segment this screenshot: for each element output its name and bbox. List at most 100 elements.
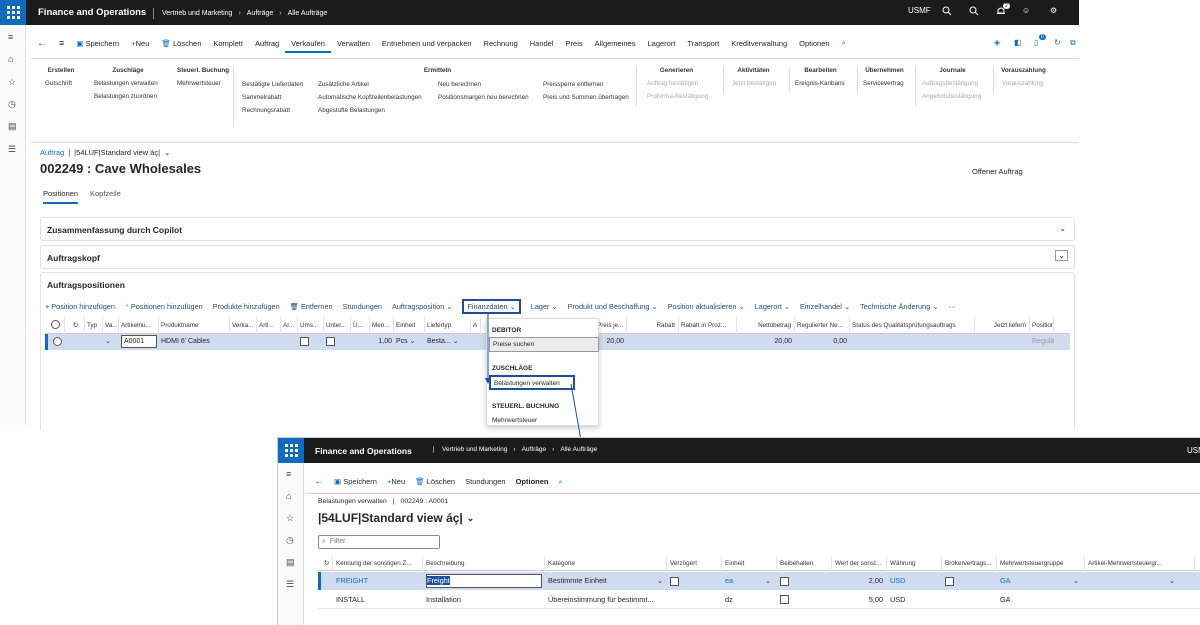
workspace-icon[interactable]: ▤ (286, 557, 295, 568)
attachment-icon[interactable]: ▯ 0 (1034, 34, 1046, 47)
star-icon[interactable]: ☆ (8, 77, 16, 88)
breadcrumb-item[interactable]: Aufträge (522, 446, 547, 453)
column-header[interactable]: Ums... (298, 316, 324, 334)
ribbon-button[interactable]: Automatische Kopfzeilenbelastungen (318, 94, 422, 101)
tab-handel[interactable]: Handel (524, 39, 560, 48)
tab-kreditverwaltung[interactable]: Kreditverwaltung (725, 39, 793, 48)
tax-group-select[interactable]: GA ⌄ (997, 572, 1085, 590)
breadcrumb-item[interactable]: Alle Aufträge (560, 446, 597, 453)
order-header-section[interactable]: Auftragskopf ⌄ (40, 245, 1075, 269)
chevron-down-icon[interactable]: ⌄ (453, 338, 459, 345)
back-icon[interactable]: ← (31, 38, 53, 49)
ribbon-button[interactable]: Ereignis-Kanbans (790, 80, 851, 87)
line-type-cell[interactable]: Regulär (1030, 334, 1054, 350)
find-prices-menu-item[interactable]: Preise suchen (489, 337, 599, 352)
ribbon-button[interactable]: Preis und Summen übertragen (543, 94, 629, 101)
tab-positionen[interactable]: Positionen (43, 189, 79, 204)
tab-preis[interactable]: Preis (560, 39, 589, 48)
list-icon[interactable]: ☰ (286, 579, 294, 590)
column-header[interactable]: Preis je... (595, 316, 627, 334)
new-button[interactable]: +Neu (387, 477, 405, 486)
tax-group-cell[interactable]: GA (997, 591, 1085, 609)
currency-cell[interactable]: USD (887, 572, 942, 590)
breadcrumb-item[interactable]: Vertrieb und Marketing (162, 10, 232, 17)
product-name-cell[interactable]: HDMI 6' Cables (159, 334, 230, 350)
stundungen-button[interactable]: Stundungen (343, 302, 382, 311)
inventory-menu[interactable]: Lager ⌄ (531, 302, 558, 311)
sales-tax-menu-item[interactable]: Mehrwertsteuer (492, 417, 537, 424)
chevron-down-icon[interactable]: ⌄ (765, 572, 771, 590)
remove-button[interactable]: 🗑 Entfernen (290, 302, 333, 311)
search-icon[interactable]: ⌕ (559, 477, 563, 487)
ribbon-button[interactable]: Mehrwertsteuer (177, 80, 227, 87)
charge-code-cell[interactable]: INSTALL (333, 591, 423, 609)
column-header[interactable]: Währung (887, 557, 942, 571)
column-header[interactable]: Beibehalten (777, 557, 832, 571)
row-cell[interactable] (942, 591, 997, 609)
view-selector[interactable]: |54LUF|Standard view áç| ⌄ (318, 511, 474, 525)
unit-price-cell[interactable]: 20,00 (595, 334, 627, 350)
ribbon-button[interactable]: Auftrag bestätigen (637, 80, 716, 87)
column-header[interactable]: A (471, 316, 481, 334)
clock-icon[interactable]: ◷ (8, 99, 16, 110)
column-header[interactable]: Rabatt in Proz... (679, 316, 737, 334)
row-marker[interactable] (318, 572, 333, 590)
checkbox[interactable] (298, 334, 324, 350)
retail-menu[interactable]: Einzelhandel ⌄ (800, 302, 850, 311)
save-button[interactable]: ▣ Speichern (70, 39, 125, 48)
menu-icon[interactable]: ≡ (53, 38, 70, 48)
ribbon-button[interactable]: Angebotsbestätigung (916, 93, 989, 100)
hamburger-icon[interactable]: ≡ (286, 469, 291, 479)
column-header[interactable]: Regulierter Ne... (795, 316, 850, 334)
tab-optionen[interactable]: Optionen (793, 39, 835, 48)
add-products-button[interactable]: Produkte hinzufügen (213, 302, 280, 311)
diamond-icon[interactable]: ◈ (994, 38, 1000, 47)
ribbon-button[interactable]: Neu berechnen (438, 81, 529, 88)
description-field[interactable]: Freight (426, 574, 542, 588)
column-header[interactable]: Einheit (394, 316, 425, 334)
save-button[interactable]: ▣ Speichern (334, 477, 377, 486)
app-launcher-icon[interactable] (278, 438, 304, 463)
app-launcher-icon[interactable] (0, 0, 26, 25)
row-select-radio[interactable] (45, 334, 65, 350)
row-cell[interactable] (257, 334, 281, 350)
type-cell[interactable] (85, 334, 103, 350)
column-header[interactable]: Liefertyp (425, 316, 471, 334)
smiley-icon[interactable]: ☺ (1022, 6, 1030, 15)
column-header[interactable]: Va... (103, 316, 119, 334)
popout-icon[interactable]: ⧉ (1070, 38, 1076, 48)
column-header[interactable]: Verzögert (667, 557, 722, 571)
row-cell[interactable] (850, 334, 975, 350)
order-link[interactable]: Auftrag (40, 148, 64, 157)
stundungen-button[interactable]: Stundungen (465, 477, 505, 486)
row-cell[interactable] (975, 334, 1030, 350)
delete-button[interactable]: 🗑 Löschen (155, 39, 207, 48)
ribbon-button[interactable]: Gutschrift (45, 80, 77, 87)
office-icon[interactable]: ◧ (1014, 38, 1022, 47)
column-header[interactable]: Typ (85, 316, 103, 334)
ribbon-button[interactable]: Belastungen zuordnen (94, 93, 162, 100)
ribbon-button[interactable]: Positionsmargen neu berechnen (438, 94, 529, 101)
column-header[interactable]: Jetzt liefern (975, 316, 1030, 334)
description-input[interactable]: Freight (423, 572, 545, 590)
view-selector[interactable]: |54LUF|Standard view áç| (74, 148, 160, 157)
charge-value-cell[interactable]: 5,00 (832, 591, 887, 609)
tab-verwalten[interactable]: Verwalten (331, 39, 376, 48)
search-icon[interactable] (969, 6, 979, 16)
checkbox[interactable] (324, 334, 351, 350)
checkbox[interactable] (667, 572, 722, 590)
checkbox[interactable] (942, 572, 997, 590)
filter-input[interactable]: ⌕ Filter (318, 535, 440, 549)
row-cell[interactable] (1085, 591, 1195, 609)
chevron-down-icon[interactable]: ⌄ (1073, 572, 1079, 590)
refresh-icon[interactable]: ↻ (65, 316, 85, 334)
engineering-change-menu[interactable]: Technische Änderung ⌄ (860, 302, 938, 311)
breadcrumb-item[interactable]: Alle Aufträge (288, 10, 328, 17)
new-button[interactable]: +Neu (125, 39, 155, 48)
unit-select[interactable]: ea ⌄ (722, 572, 777, 590)
tab-kopfzeile[interactable]: Kopfzeile (90, 189, 121, 198)
chevron-down-icon[interactable]: ⌄ (1059, 224, 1066, 233)
update-line-menu[interactable]: Position aktualisieren ⌄ (668, 302, 745, 311)
table-row[interactable]: FREIGHT Freight Bestimmte Einheit ⌄ ea ⌄ 2… (318, 572, 1200, 590)
manage-charges-menu-item[interactable]: Belastungen verwalten (489, 375, 575, 390)
